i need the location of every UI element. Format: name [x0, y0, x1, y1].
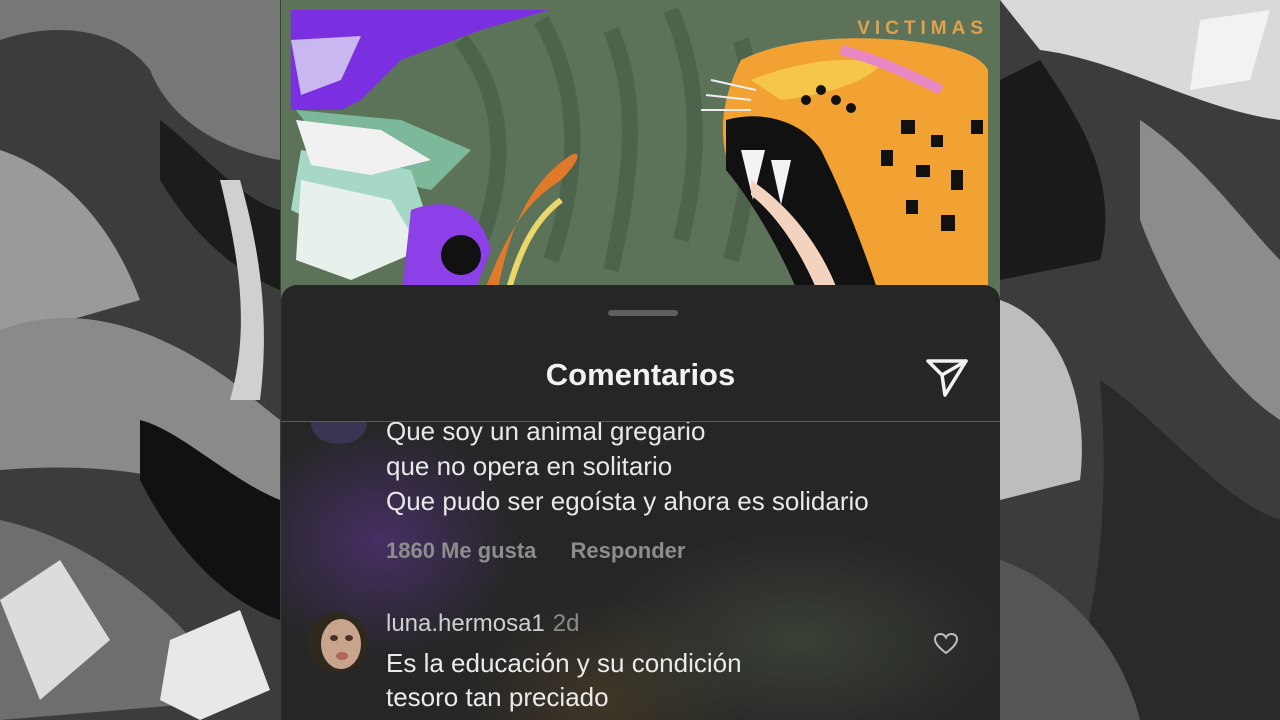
comment-line: tesoro tan preciado — [386, 682, 609, 712]
cover-artwork — [281, 0, 1000, 300]
video-frame: VICTIMAS Comentarios Que soy un animal g… — [0, 0, 1280, 720]
comment-line: Es la educación y su condición — [386, 648, 742, 678]
paper-plane-icon[interactable] — [925, 357, 969, 404]
likes-count[interactable]: 1860 Me gusta — [386, 538, 536, 563]
comment-header: luna.hermosa1 2d — [386, 610, 579, 638]
comment-line: Que pudo ser egoísta y ahora es solidari… — [386, 486, 869, 516]
cover-image: VICTIMAS — [281, 0, 1000, 300]
comment-line: Que soy un animal gregario — [386, 422, 706, 446]
sheet-header: Comentarios — [281, 335, 1000, 422]
comments-list[interactable]: Que soy un animal gregario que no opera … — [281, 422, 1000, 720]
comment-text: Que soy un animal gregario que no opera … — [386, 422, 869, 519]
comment-actions: 1860 Me gusta Responder — [386, 538, 713, 564]
avatar[interactable] — [311, 422, 367, 444]
phone-screen: VICTIMAS Comentarios Que soy un animal g… — [281, 0, 1000, 720]
comment-text: Es la educación y su condición tesoro ta… — [386, 646, 742, 714]
cover-title: VICTIMAS — [857, 18, 988, 39]
timestamp: 2d — [552, 610, 580, 637]
comment-line: que no opera en solitario — [386, 451, 673, 481]
reply-button[interactable]: Responder — [571, 538, 686, 563]
comments-sheet[interactable]: Comentarios Que soy un animal gregario q… — [281, 285, 1000, 720]
heart-icon[interactable] — [933, 632, 959, 661]
username[interactable]: luna.hermosa1 — [386, 610, 545, 637]
avatar[interactable] — [307, 612, 368, 673]
list-item: luna.hermosa1 2d Es la educación y su con… — [281, 608, 1000, 720]
sheet-title: Comentarios — [545, 357, 736, 392]
drag-handle[interactable] — [608, 310, 678, 316]
